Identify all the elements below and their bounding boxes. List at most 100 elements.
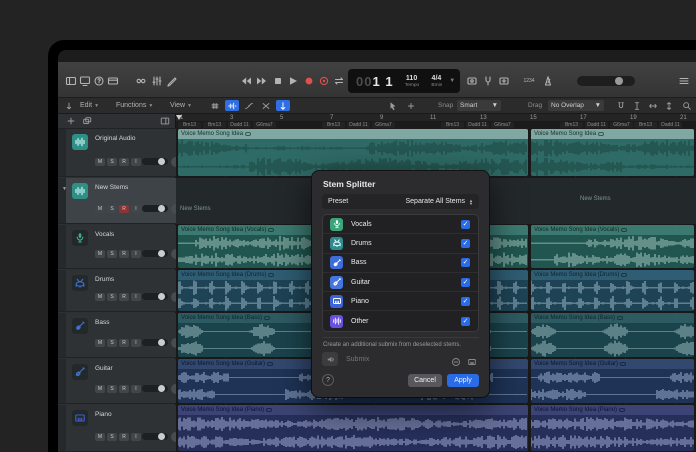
r-button[interactable]: R <box>119 205 129 213</box>
editors-icon[interactable] <box>166 75 178 87</box>
i-button[interactable]: I <box>131 205 141 213</box>
stop-button[interactable] <box>272 75 284 87</box>
m-button[interactable]: M <box>95 293 105 301</box>
track-name[interactable]: Original Audio <box>95 135 135 142</box>
stem-checkbox[interactable]: ✓ <box>461 316 470 326</box>
waveform-view-icon[interactable] <box>225 100 239 111</box>
volume-knob[interactable] <box>158 205 165 212</box>
volume-knob[interactable] <box>158 158 165 165</box>
track-header-bass[interactable]: Bass M S R I <box>58 313 181 358</box>
track-name[interactable]: Vocals <box>95 231 114 238</box>
m-button[interactable]: M <box>95 433 105 441</box>
record-button[interactable] <box>303 75 315 87</box>
count-in-icon[interactable]: 1234 <box>520 75 538 87</box>
i-button[interactable]: I <box>131 385 141 393</box>
r-button[interactable]: R <box>119 339 129 347</box>
audio-region[interactable]: Voice Memo Song Idea <box>531 129 694 176</box>
s-button[interactable]: S <box>107 385 117 393</box>
i-button[interactable]: I <box>131 250 141 258</box>
track-volume-slider[interactable] <box>142 158 168 165</box>
track-name[interactable]: Piano <box>95 411 112 418</box>
track-icon-mic[interactable] <box>72 230 88 246</box>
i-button[interactable]: I <box>131 433 141 441</box>
functions-menu[interactable]: Functions ▼ <box>116 102 153 109</box>
toolbar-toggle-icon[interactable] <box>107 75 119 87</box>
preset-dropdown[interactable]: Separate All Stems ▲ ▼ <box>406 198 474 205</box>
catch-playhead-icon[interactable] <box>64 101 74 111</box>
track-name[interactable]: Guitar <box>95 365 113 372</box>
audio-region[interactable]: Voice Memo Song Idea (Vocals) <box>531 225 694 268</box>
submix-keyboard-icon[interactable] <box>467 354 477 365</box>
track-volume-slider[interactable] <box>142 385 168 392</box>
track-zoom-icon[interactable] <box>276 100 290 111</box>
automation-icon[interactable] <box>242 100 256 111</box>
add-track-button[interactable] <box>66 116 76 126</box>
s-button[interactable]: S <box>107 250 117 258</box>
edit-menu[interactable]: Edit ▼ <box>80 102 99 109</box>
drag-dropdown[interactable]: No Overlap ▼ <box>548 100 604 111</box>
track-header-vocals[interactable]: Vocals M S R I <box>58 225 181 269</box>
snap-dropdown[interactable]: Smart ▼ <box>457 100 501 111</box>
cycle-icon[interactable] <box>333 75 345 87</box>
m-button[interactable]: M <box>95 339 105 347</box>
i-button[interactable]: I <box>131 293 141 301</box>
track-name[interactable]: New Stems <box>95 184 128 191</box>
track-volume-slider[interactable] <box>142 339 168 346</box>
track-header-options-icon[interactable] <box>160 116 170 126</box>
play-button[interactable] <box>287 75 299 87</box>
track-icon-waveform[interactable] <box>72 134 88 150</box>
s-button[interactable]: S <box>107 158 117 166</box>
audio-region[interactable]: Voice Memo Song Idea <box>178 129 528 176</box>
view-menu[interactable]: View ▼ <box>170 102 192 109</box>
audio-region[interactable]: Voice Memo Song Idea (Piano) <box>531 405 694 451</box>
monitoring-icon[interactable] <box>466 75 478 87</box>
duplicate-track-button[interactable] <box>82 116 92 126</box>
r-button[interactable]: R <box>119 158 129 166</box>
volume-knob[interactable] <box>158 433 165 440</box>
quick-help-icon[interactable] <box>93 75 105 87</box>
apply-button[interactable]: Apply <box>447 374 479 387</box>
library-icon[interactable] <box>65 75 77 87</box>
m-button[interactable]: M <box>95 250 105 258</box>
replace-icon[interactable] <box>498 75 510 87</box>
s-button[interactable]: S <box>107 205 117 213</box>
help-button[interactable]: ? <box>322 374 334 386</box>
audio-region[interactable]: Voice Memo Song Idea (Bass) <box>531 313 694 357</box>
track-volume-slider[interactable] <box>142 293 168 300</box>
s-button[interactable]: S <box>107 433 117 441</box>
v-zoom-icon[interactable] <box>664 101 674 111</box>
tuner-icon[interactable] <box>482 75 494 87</box>
volume-knob[interactable] <box>158 250 165 257</box>
lcd-display[interactable]: 001 1 110 Tempo 4/4 Bmin ▼ <box>348 69 460 93</box>
master-volume-slider[interactable] <box>577 76 635 86</box>
forward-button[interactable] <box>256 75 268 87</box>
grid-view-icon[interactable] <box>208 100 222 111</box>
mixer-icon[interactable] <box>151 75 163 87</box>
track-header-piano[interactable]: Piano M S R I <box>58 405 181 452</box>
r-button[interactable]: R <box>119 250 129 258</box>
i-beam-icon[interactable] <box>632 101 642 111</box>
pointer-tool-icon[interactable] <box>388 101 398 111</box>
zoom-tool-icon[interactable] <box>682 101 692 111</box>
audio-region[interactable]: Voice Memo Song Idea (Guitar) <box>531 359 694 403</box>
r-button[interactable]: R <box>119 433 129 441</box>
i-button[interactable]: I <box>131 158 141 166</box>
track-name[interactable]: Drums <box>95 276 114 283</box>
master-volume-knob[interactable] <box>615 77 623 85</box>
volume-knob[interactable] <box>158 385 165 392</box>
track-volume-slider[interactable] <box>142 205 168 212</box>
track-header-guitar[interactable]: Guitar M S R I <box>58 359 181 404</box>
inspector-icon[interactable] <box>79 75 91 87</box>
pencil-tool-icon[interactable] <box>406 101 416 111</box>
stem-checkbox[interactable]: ✓ <box>461 296 470 306</box>
bar-ruler[interactable]: 1 3 5 7 9 11 13 15 17 19 21 <box>176 114 696 122</box>
s-button[interactable]: S <box>107 339 117 347</box>
track-icon-piano[interactable] <box>72 410 88 426</box>
cancel-button[interactable]: Cancel <box>408 374 442 387</box>
track-header-new-stems[interactable]: ▼ New Stems M S R I <box>58 178 181 224</box>
r-button[interactable]: R <box>119 293 129 301</box>
list-editors-icon[interactable] <box>678 75 690 87</box>
i-button[interactable]: I <box>131 339 141 347</box>
smart-controls-icon[interactable] <box>135 75 147 87</box>
stem-checkbox[interactable]: ✓ <box>461 238 470 248</box>
